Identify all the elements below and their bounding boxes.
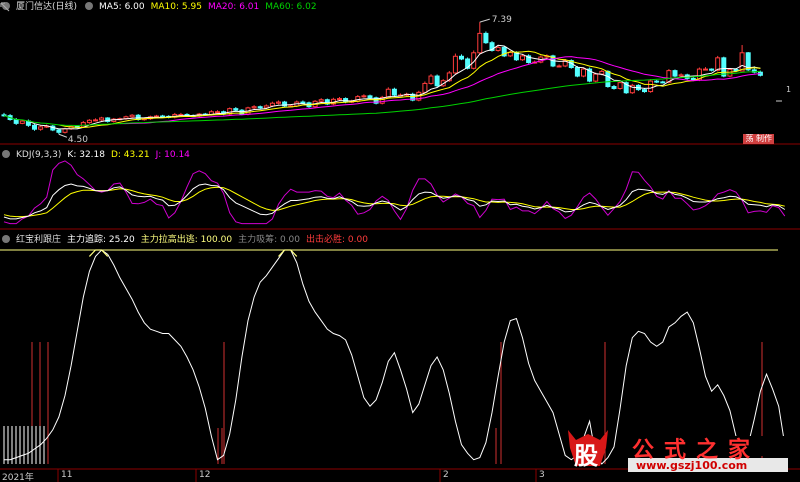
candle-body [574, 67, 580, 77]
ma5-value: MA5: 6.00 [99, 2, 145, 12]
candle-body [93, 119, 98, 122]
indicator-title: 红宝利跟庄 [16, 235, 62, 245]
candle-body [318, 99, 324, 102]
candle-body [56, 129, 62, 133]
candle-body [459, 55, 464, 60]
candle-body [276, 101, 281, 104]
kdj-d-value: D: 43.21 [110, 150, 150, 160]
candle-body [452, 55, 458, 74]
settings-dot-icon[interactable] [85, 2, 94, 10]
candle-body [434, 75, 440, 87]
candle-body [648, 80, 654, 93]
candle-body [727, 68, 733, 77]
candle-body [556, 65, 562, 68]
candle-body [605, 70, 611, 88]
axis-month-label: 11 [61, 470, 73, 480]
candle-body [428, 75, 434, 84]
candle-body [739, 52, 745, 72]
candle-body [495, 46, 501, 51]
candle-body [721, 57, 727, 77]
low-marker-line [58, 133, 68, 138]
candle-body [62, 128, 68, 133]
candle-body [257, 106, 263, 109]
kdj-header: KDJ(9,3,3) K: 32.18 D: 43.21 J: 10.14 [0, 149, 196, 161]
ma10-value: MA10: 5.95 [150, 2, 202, 12]
logo-glyph: 股 [574, 441, 598, 470]
indicator-track-value: 主力追踪: 25.20 [67, 235, 135, 245]
candle-body [507, 51, 513, 57]
low-price-label: 4.50 [68, 135, 88, 145]
candle-body [611, 86, 617, 89]
collapse-arrow-icon[interactable] [0, 2, 10, 12]
candle-body [337, 98, 342, 101]
candle-body [32, 124, 37, 130]
candle-body [520, 55, 525, 61]
stock-title: 厦门信达(日线) [16, 2, 78, 12]
candle-body [269, 102, 275, 107]
candle-body [483, 32, 489, 44]
ma60-value: MA60: 6.02 [265, 2, 317, 12]
candle-body [38, 126, 44, 130]
high-price-label: 7.39 [492, 15, 512, 25]
axis-month-label: 12 [199, 470, 211, 480]
candle-body [422, 82, 428, 93]
candle-body [678, 74, 684, 77]
axis-month-label: 3 [539, 470, 545, 480]
candle-body [391, 88, 397, 96]
candle-body [233, 108, 239, 111]
candle-body [19, 120, 25, 124]
kdj-k-value: K: 32.18 [67, 150, 105, 160]
candle-body [477, 32, 483, 54]
author-badge: 荡 制作 [743, 134, 774, 144]
candle-body [703, 68, 708, 71]
right-mark-label: 1 [786, 85, 791, 94]
candle-body [215, 111, 220, 114]
candle-body [642, 89, 647, 93]
main-header: 厦门信达(日线) MA5: 6.00 MA10: 5.95 MA20: 6.01 MA6… [0, 1, 323, 13]
candle-body [99, 117, 105, 121]
indicator-escape-value: 主力拉高出逃: 100.00 [140, 235, 233, 245]
x-axis: 2021年 11 12 2 3 [0, 470, 800, 482]
kdj-j-value: J: 10.14 [155, 150, 190, 160]
ma20-value: MA20: 6.01 [207, 2, 260, 12]
settings-dot-icon[interactable] [2, 150, 10, 158]
candle-body [251, 106, 257, 109]
axis-month-label: 2 [443, 470, 449, 480]
candle-body [709, 68, 715, 71]
candle-body [715, 57, 721, 71]
candle-body [86, 119, 92, 124]
candle-body [129, 114, 135, 118]
kdj-title: KDJ(9,3,3) [16, 150, 62, 160]
high-marker-line [479, 18, 490, 23]
candle-body [660, 81, 666, 84]
candle-body [672, 70, 678, 77]
candle-body [300, 101, 306, 104]
indicator-attack-value: 出击必胜: 0.00 [306, 235, 368, 245]
candle-body [654, 80, 660, 83]
settings-dot-icon[interactable] [2, 235, 10, 243]
candle-body [160, 115, 166, 118]
axis-year-label: 2021年 [2, 473, 34, 482]
watermark-logo: 股 公式之家 www.gszj100.com [560, 428, 792, 474]
candle-body [617, 82, 623, 89]
indicator-absorb-value: 主力吸筹: 0.00 [238, 235, 301, 245]
stock-chart-screen: { "main_header": { "title": "厦门信达(日线)", … [0, 0, 800, 482]
indicator-header: 红宝利跟庄 主力追踪: 25.20 主力拉高出逃: 100.00 主力吸筹: 0.00… [0, 234, 374, 246]
candle-body [361, 95, 367, 98]
candle-body [593, 73, 599, 82]
candle-body [581, 68, 586, 77]
candle-body [367, 95, 373, 99]
